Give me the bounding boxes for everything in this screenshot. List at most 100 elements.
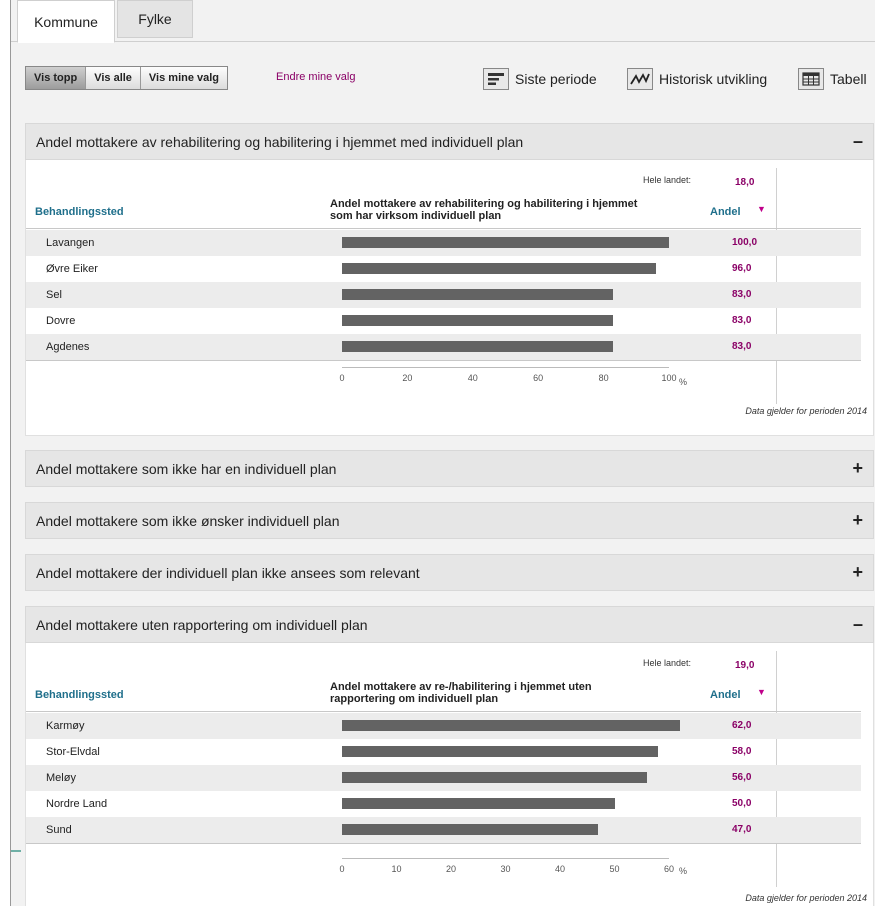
period-note: Data gjelder for perioden 2014 [745,406,867,416]
bar[interactable] [342,824,599,835]
panel-ikke-onsker-plan: Andel mottakere som ikke ønsker individu… [25,502,874,539]
table-row[interactable]: Øvre Eiker 96,0 [26,256,861,282]
panel-header[interactable]: Andel mottakere som ikke har en individu… [25,450,874,487]
panel-ikke-har-plan: Andel mottakere som ikke har en individu… [25,450,874,487]
period-note: Data gjelder for perioden 2014 [745,893,867,903]
tabell-button[interactable]: Tabell [798,66,867,92]
row-name: Meløy [46,772,76,784]
table-row[interactable]: Karmøy 62,0 [26,713,861,739]
row-name: Øvre Eiker [46,263,98,275]
tab-fylke[interactable]: Fylke [117,0,193,38]
footer-rule [26,360,861,361]
panel-header[interactable]: Andel mottakere som ikke ønsker individu… [25,502,874,539]
panel-title: Andel mottakere uten rapportering om ind… [36,616,368,633]
bar[interactable] [342,263,656,274]
x-tick-label: 60 [663,864,675,874]
footer-rule [26,843,861,844]
column-indicator-title: Andel mottakere av re-/habilitering i hj… [330,681,592,705]
x-tick-label: 20 [445,864,457,874]
panel-header[interactable]: Andel mottakere uten rapportering om ind… [25,606,874,643]
siste-periode-label: Siste periode [515,71,597,87]
historisk-utvikling-button[interactable]: Historisk utvikling [627,66,767,92]
row-value: 58,0 [732,746,752,757]
row-name: Lavangen [46,237,95,249]
row-name: Sel [46,289,62,301]
main-frame: Kommune Fylke Vis topp Vis alle Vis mine… [10,0,875,906]
row-value: 62,0 [732,720,752,731]
sort-desc-icon[interactable]: ▼ [757,687,766,697]
vis-topp-button[interactable]: Vis topp [26,67,87,89]
panel-title: Andel mottakere der individuell plan ikk… [36,564,420,581]
row-value: 83,0 [732,341,752,352]
x-axis [342,367,669,368]
column-andel[interactable]: Andel [710,206,741,218]
sort-desc-icon[interactable]: ▼ [757,204,766,214]
panel-body: Hele landet: 18,0 Behandlingssted Andel … [25,160,874,436]
row-name: Nordre Land [46,798,108,810]
historisk-utvikling-label: Historisk utvikling [659,71,768,87]
panel-header[interactable]: Andel mottakere av rehabilitering og hab… [25,123,874,160]
bar[interactable] [342,237,669,248]
x-tick-label: 20 [402,373,413,383]
view-filter-group: Vis topp Vis alle Vis mine valg [25,66,229,90]
bar[interactable] [342,289,614,300]
siste-periode-button[interactable]: Siste periode [483,66,597,92]
panel-body: Hele landet: 19,0 Behandlingssted Andel … [25,643,874,906]
panel-title: Andel mottakere som ikke har en individu… [36,460,337,477]
header-rule [26,711,861,712]
table-row[interactable]: Lavangen 100,0 [26,230,861,256]
header-rule [26,228,861,229]
x-tick-label: 10 [391,864,402,874]
bar[interactable] [342,315,614,326]
column-andel[interactable]: Andel [710,689,741,701]
panel-title: Andel mottakere som ikke ønsker individu… [36,512,340,529]
table-row[interactable]: Dovre 83,0 [26,308,861,334]
column-indicator-title: Andel mottakere av rehabilitering og hab… [330,198,638,222]
table-row[interactable]: Stor-Elvdal 58,0 [26,739,861,765]
bar[interactable] [342,720,680,731]
table-row[interactable]: Sund 47,0 [26,817,861,843]
bar[interactable] [342,772,648,783]
hele-landet-label: Hele landet: [643,658,692,668]
axis-unit: % [679,866,688,876]
panel-title: Andel mottakere av rehabilitering og hab… [36,133,524,150]
panel-uten-rapportering: Andel mottakere uten rapportering om ind… [25,606,874,906]
row-value: 96,0 [732,263,752,274]
hele-landet-value: 18,0 [735,177,755,188]
tab-kommune[interactable]: Kommune [17,0,115,43]
row-name: Agdenes [46,341,90,353]
collapse-icon[interactable]: – [853,131,863,152]
hele-landet-value: 19,0 [735,660,755,671]
tab-bar: Kommune Fylke [11,0,875,43]
vis-alle-button[interactable]: Vis alle [86,67,141,89]
table-row[interactable]: Sel 83,0 [26,282,861,308]
panel-med-individuell-plan: Andel mottakere av rehabilitering og hab… [25,123,874,436]
collapse-icon[interactable]: – [853,614,863,635]
endre-mine-valg-link[interactable]: Endre mine valg [276,71,356,83]
divider [11,850,21,852]
row-name: Dovre [46,315,76,327]
row-value: 56,0 [732,772,752,783]
panel-ikke-relevant: Andel mottakere der individuell plan ikk… [25,554,874,591]
x-tick-label: 0 [339,864,345,874]
expand-icon[interactable]: + [852,562,863,583]
row-name: Karmøy [46,720,85,732]
table-row[interactable]: Meløy 56,0 [26,765,861,791]
table-row[interactable]: Nordre Land 50,0 [26,791,861,817]
row-value: 83,0 [732,289,752,300]
bar[interactable] [342,746,659,757]
expand-icon[interactable]: + [852,510,863,531]
axis-unit: % [679,377,688,387]
panel-header[interactable]: Andel mottakere der individuell plan ikk… [25,554,874,591]
bar[interactable] [342,798,615,809]
x-tick-label: 0 [339,373,345,383]
bar[interactable] [342,341,614,352]
x-tick-label: 40 [467,373,478,383]
expand-icon[interactable]: + [852,458,863,479]
tabell-label: Tabell [830,71,867,87]
vis-mine-valg-button[interactable]: Vis mine valg [140,67,228,89]
column-behandlingssted[interactable]: Behandlingssted [35,689,124,701]
column-behandlingssted[interactable]: Behandlingssted [35,206,124,218]
table-row[interactable]: Agdenes 83,0 [26,334,861,360]
x-tick-label: 50 [609,864,620,874]
